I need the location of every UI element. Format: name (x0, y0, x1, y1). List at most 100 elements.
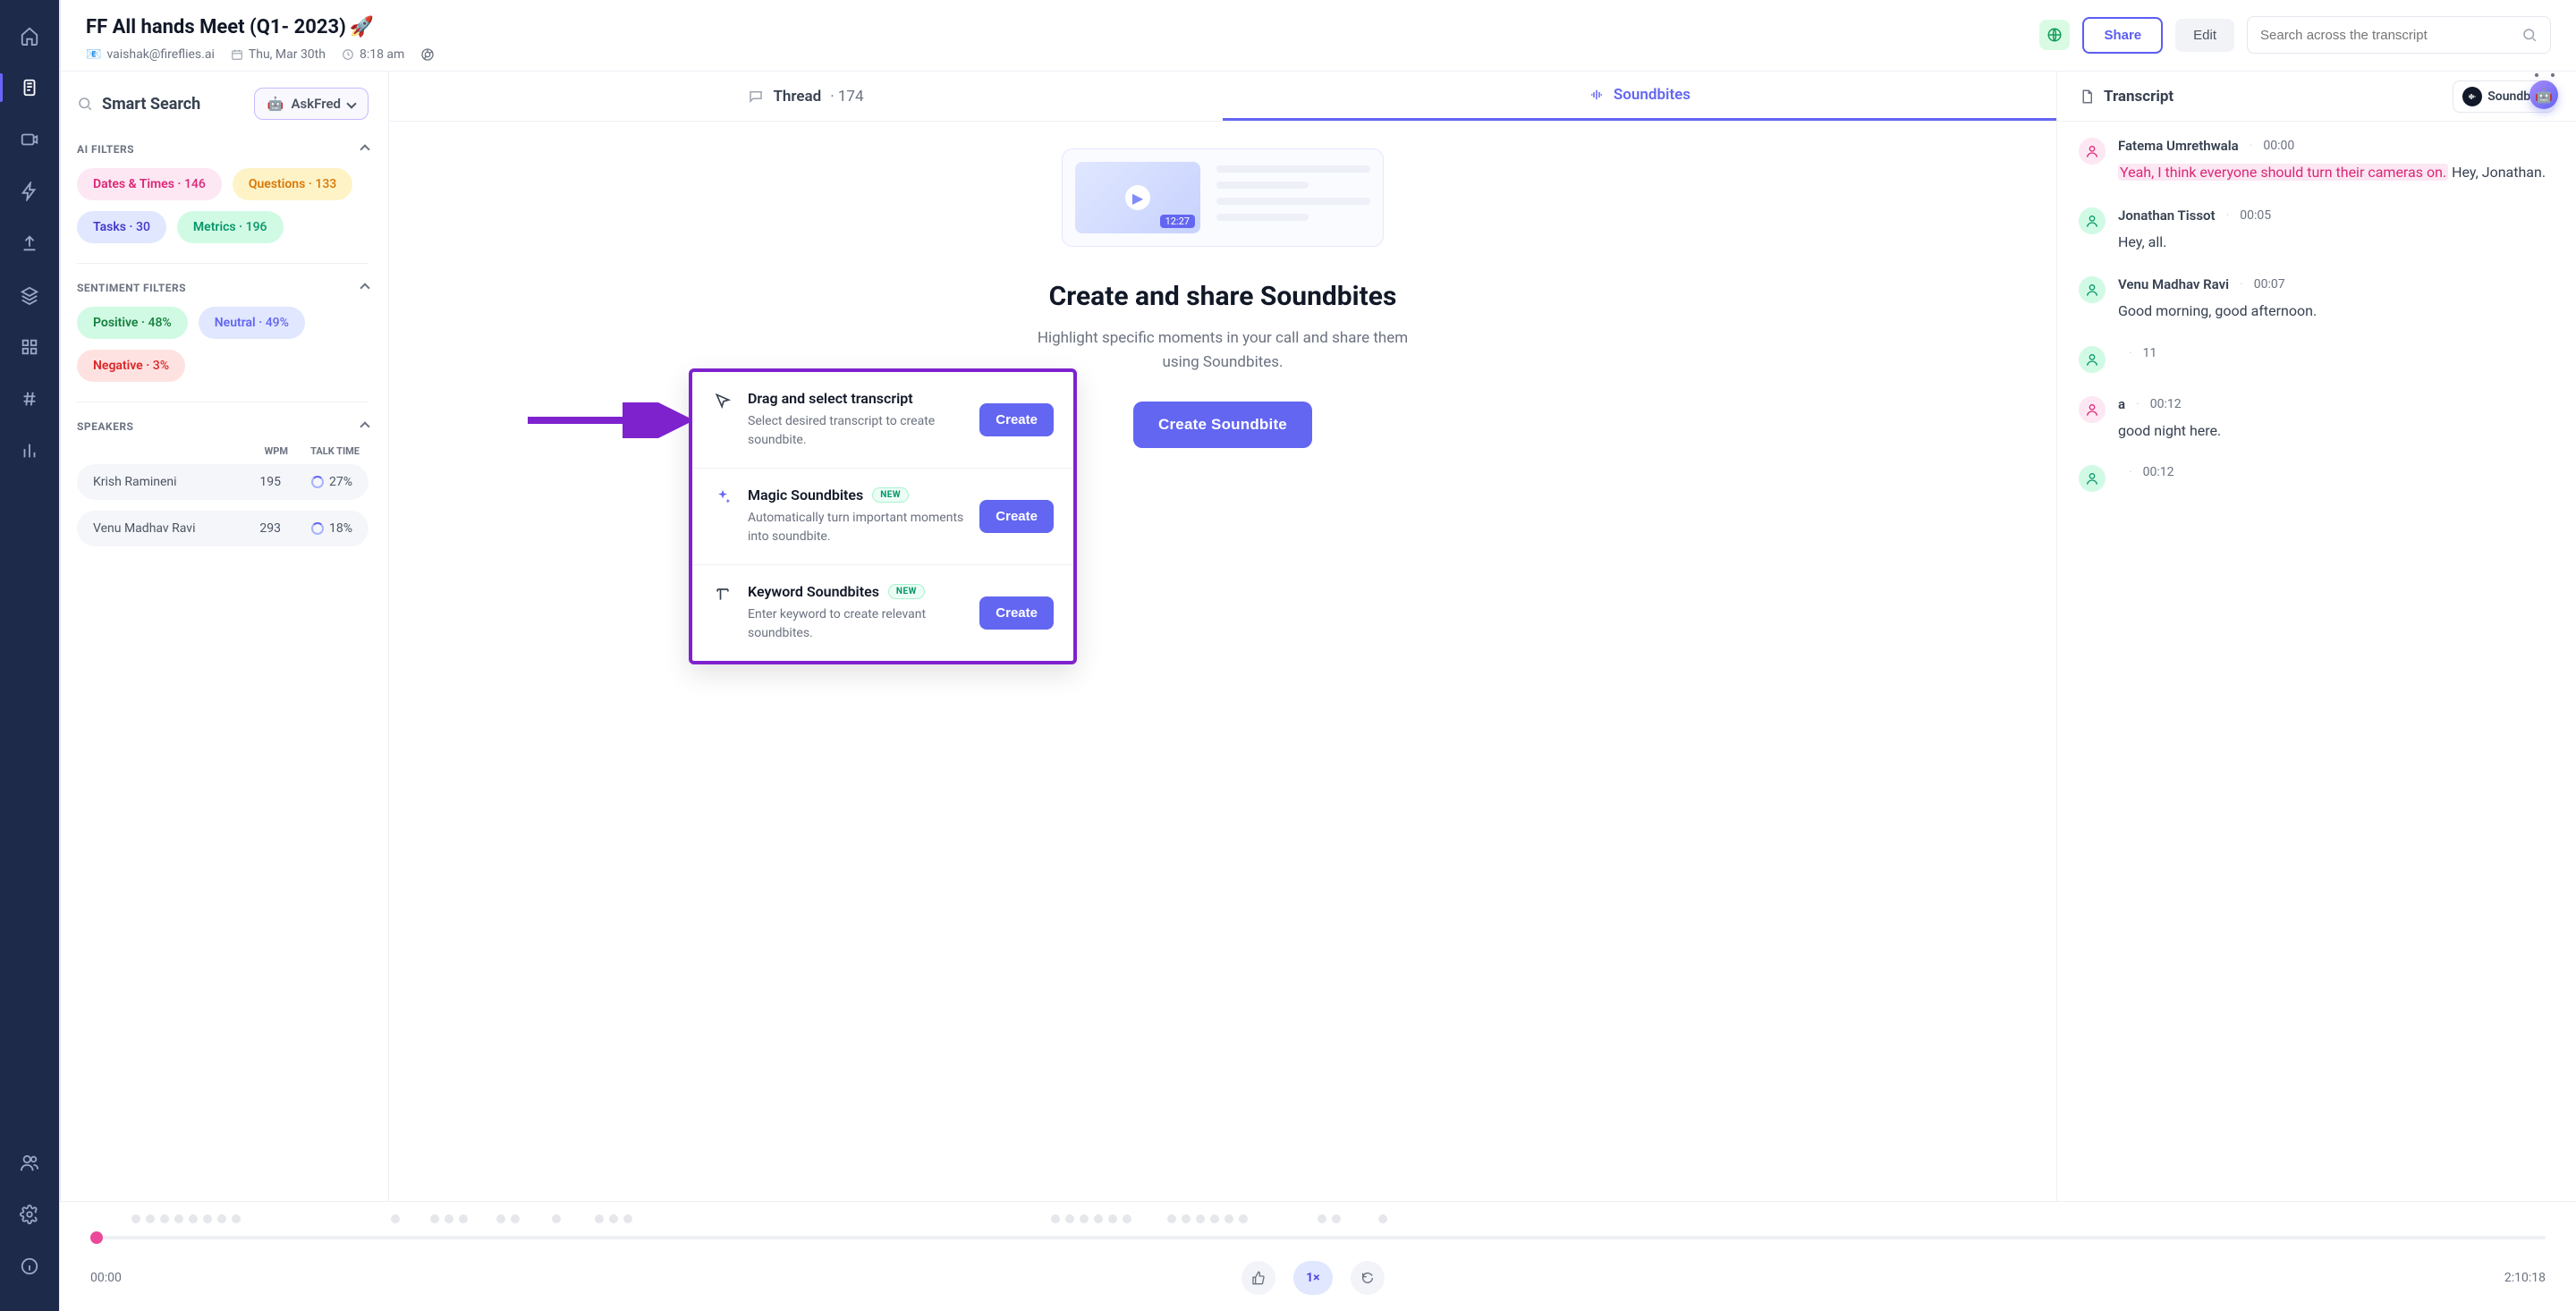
meeting-title: FF All hands Meet (Q1- 2023) 🚀 (86, 16, 435, 38)
timeline[interactable] (90, 1214, 2546, 1252)
ai-filters-header: AI FILTERS (77, 143, 369, 156)
avatar (2079, 138, 2106, 165)
option-title: Keyword SoundbitesNEW (748, 583, 965, 600)
timestamp: 00:05 (2240, 208, 2271, 223)
speaker-row[interactable]: Venu Madhav Ravi29318% (77, 511, 369, 546)
option-title: Magic SoundbitesNEW (748, 486, 965, 503)
search-icon (2521, 27, 2538, 43)
filter-pill[interactable]: Dates & Times · 146 (77, 168, 222, 200)
edit-button[interactable]: Edit (2175, 19, 2234, 52)
organizer-email: 📧 vaishak@fireflies.ai (86, 47, 215, 62)
transcript-search[interactable] (2247, 16, 2551, 54)
option-description: Automatically turn important moments int… (748, 509, 965, 546)
collapse-icon[interactable] (360, 421, 369, 431)
transcript-entry[interactable]: Fatema Umrethwala·00:00Yeah, I think eve… (2079, 138, 2555, 184)
transcript-entry[interactable]: a·00:12 good night here. (2079, 396, 2555, 443)
new-badge: NEW (872, 487, 909, 503)
speaker-name: Venu Madhav Ravi (2118, 276, 2229, 292)
create-button[interactable]: Create (979, 500, 1054, 533)
sentiment-pill[interactable]: Positive · 48% (77, 307, 188, 339)
timestamp: 00:12 (2150, 397, 2182, 411)
cursor-icon (712, 392, 733, 410)
transcript-tab-label: Transcript (2104, 88, 2174, 106)
filter-pill[interactable]: Questions · 133 (233, 168, 352, 200)
speaker-name: a (2118, 396, 2125, 412)
collapse-icon[interactable] (360, 144, 369, 154)
robot-icon: 🤖 (267, 96, 284, 112)
text-icon (712, 585, 733, 603)
filter-pill[interactable]: Tasks · 30 (77, 211, 166, 243)
speaker-name: Jonathan Tissot (2118, 207, 2216, 224)
avatar (2079, 207, 2106, 234)
transcript-text: Yeah, I think everyone should turn their… (2118, 161, 2555, 184)
speakers-header: SPEAKERS (77, 420, 369, 433)
center-panel: Thread · 174 Soundbites ▶ 12:27 (389, 72, 2057, 1311)
nav-bolt-icon[interactable] (12, 173, 47, 209)
avatar (2079, 396, 2106, 423)
playback-speed-button[interactable]: 1× (1293, 1261, 1332, 1295)
waveform-icon (2462, 87, 2482, 106)
player-bar: 00:00 1× 2:10:18 (60, 1201, 2576, 1311)
ask-fred-button[interactable]: 🤖 AskFred (254, 88, 369, 120)
placeholder-duration: 12:27 (1160, 215, 1195, 228)
nav-settings-icon[interactable] (12, 1197, 47, 1232)
total-time: 2:10:18 (2504, 1271, 2546, 1285)
share-button[interactable]: Share (2082, 17, 2163, 54)
speaker-row[interactable]: Krish Ramineni19527% (77, 464, 369, 500)
smart-search-heading: Smart Search (77, 95, 200, 114)
create-button[interactable]: Create (979, 403, 1054, 436)
wpm-column-header: WPM (243, 445, 288, 457)
nav-analytics-icon[interactable] (12, 433, 47, 469)
tab-soundbites[interactable]: Soundbites (1223, 72, 2056, 121)
transcript-entry[interactable]: Venu Madhav Ravi·00:07Good morning, good… (2079, 276, 2555, 323)
meeting-time: 8:18 am (342, 47, 404, 62)
assistant-fab[interactable]: 🤖 (2529, 80, 2565, 107)
transcript-entry[interactable]: ·11 (2079, 346, 2555, 373)
rewind-5s-button[interactable] (1351, 1261, 1385, 1295)
avatar (2079, 346, 2106, 373)
sentiment-pill[interactable]: Neutral · 49% (199, 307, 305, 339)
transcript-panel: Transcript Soundbite Fatema Umrethwala·0… (2057, 72, 2576, 1311)
nav-home-icon[interactable] (12, 18, 47, 54)
doc-icon (2079, 89, 2095, 105)
chat-icon (748, 89, 764, 105)
thumbs-up-button[interactable] (1241, 1261, 1275, 1295)
sentiment-pill[interactable]: Negative · 3% (77, 350, 185, 382)
thread-label: Thread (773, 88, 821, 106)
nav-info-icon[interactable] (12, 1248, 47, 1284)
chevron-down-icon (346, 98, 356, 108)
soundbite-option-row: Magic SoundbitesNEW Automatically turn im… (692, 469, 1073, 565)
tab-thread[interactable]: Thread · 174 (389, 72, 1223, 121)
transcript-entry[interactable]: Jonathan Tissot·00:05Hey, all. (2079, 207, 2555, 254)
talktime-column-header: TALK TIME (288, 445, 360, 457)
smart-search-panel: Smart Search 🤖 AskFred AI FILTERS Dates … (61, 72, 389, 1311)
nav-notes-icon[interactable] (12, 70, 47, 106)
soundbite-option-row: Keyword SoundbitesNEWEnter keyword to cr… (692, 565, 1073, 661)
waveform-icon (1589, 87, 1605, 103)
timestamp: 00:00 (2263, 139, 2294, 153)
nav-layers-icon[interactable] (12, 277, 47, 313)
timestamp: 11 (2143, 346, 2157, 360)
search-input[interactable] (2260, 28, 2521, 43)
play-icon: ▶ (1125, 185, 1150, 210)
soundbites-label: Soundbites (1614, 86, 1690, 104)
transcript-text: good night here. (2118, 419, 2555, 443)
nav-upload-icon[interactable] (12, 225, 47, 261)
chrome-icon (420, 47, 435, 62)
playhead[interactable] (90, 1231, 103, 1244)
collapse-icon[interactable] (360, 283, 369, 292)
filter-pill[interactable]: Metrics · 196 (177, 211, 284, 243)
transcript-entry[interactable]: ·00:12 (2079, 465, 2555, 492)
search-icon (77, 96, 93, 112)
avatar (2079, 465, 2106, 492)
nav-team-icon[interactable] (12, 1145, 47, 1180)
soundbite-option-row: Drag and select transcriptSelect desired… (692, 372, 1073, 469)
sparkle-icon (712, 488, 733, 506)
create-button[interactable]: Create (979, 596, 1054, 630)
create-soundbite-button[interactable]: Create Soundbite (1133, 402, 1312, 448)
nav-hash-icon[interactable] (12, 381, 47, 417)
nav-apps-icon[interactable] (12, 329, 47, 365)
visibility-globe-icon[interactable] (2039, 20, 2070, 50)
robot-icon: 🤖 (2529, 80, 2558, 109)
nav-video-icon[interactable] (12, 122, 47, 157)
